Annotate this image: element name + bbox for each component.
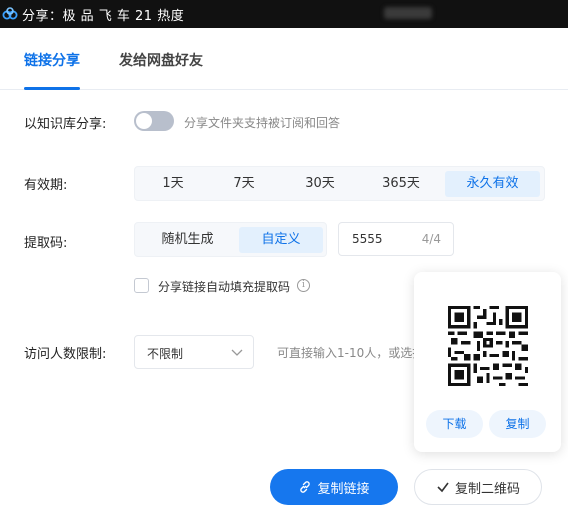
validity-option-permanent[interactable]: 永久有效 (445, 171, 540, 197)
share-tabs: 链接分享 发给网盘好友 (0, 28, 568, 90)
knowledge-share-hint: 分享文件夹支持被订阅和回答 (184, 116, 341, 130)
visitor-limit-hint: 可直接输入1-10人，或选择 (277, 346, 425, 360)
chevron-down-icon (231, 349, 243, 356)
link-icon (300, 481, 311, 493)
validity-selector: 1天 7天 30天 365天 永久有效 (134, 166, 545, 201)
info-icon[interactable]: i (297, 279, 310, 292)
validity-option-1-day[interactable]: 1天 (139, 171, 207, 197)
validity-option-7-days[interactable]: 7天 (210, 171, 278, 197)
window-titlebar: 分享：极 品 飞 车 21 热度 (0, 0, 568, 28)
extract-code-label: 提取码: (24, 236, 68, 251)
auto-fill-code-checkbox[interactable] (134, 278, 149, 293)
extract-code-input[interactable]: 5555 4/4 (338, 222, 454, 256)
extract-code-custom-option[interactable]: 自定义 (239, 227, 323, 253)
validity-label: 有效期: (24, 178, 68, 193)
visitor-limit-select[interactable]: 不限制 (134, 335, 254, 369)
check-icon (437, 482, 449, 493)
extract-code-mode-selector: 随机生成 自定义 (134, 222, 327, 257)
blurred-title-region (384, 7, 432, 19)
tab-send-to-friends[interactable]: 发给网盘好友 (119, 50, 203, 70)
validity-option-30-days[interactable]: 30天 (282, 171, 358, 197)
qr-code-image (448, 306, 528, 386)
toggle-knob (136, 113, 152, 129)
qr-download-button[interactable]: 下载 (426, 410, 483, 438)
tab-link-share[interactable]: 链接分享 (24, 50, 80, 70)
extract-code-char-count: 4/4 (421, 232, 441, 246)
app-logo-icon (2, 7, 18, 20)
qr-code-popup: 下载 复制 (414, 272, 561, 452)
qr-copy-button[interactable]: 复制 (489, 410, 546, 438)
active-tab-indicator (24, 87, 80, 90)
knowledge-share-label: 以知识库分享: (24, 117, 107, 132)
copy-link-button[interactable]: 复制链接 (270, 469, 398, 505)
auto-fill-code-label: 分享链接自动填充提取码 (158, 280, 291, 294)
visitor-limit-label: 访问人数限制: (24, 347, 107, 362)
knowledge-share-toggle[interactable] (134, 111, 174, 131)
window-title: 分享：极 品 飞 车 21 热度 (22, 8, 185, 24)
copy-qr-label: 复制二维码 (454, 481, 520, 497)
extract-code-random-option[interactable]: 随机生成 (139, 227, 236, 253)
visitor-limit-value: 不限制 (147, 347, 184, 361)
copy-link-label: 复制链接 (317, 481, 370, 497)
validity-option-365-days[interactable]: 365天 (363, 171, 439, 197)
copy-qr-button[interactable]: 复制二维码 (414, 469, 542, 505)
extract-code-value: 5555 (352, 232, 383, 246)
